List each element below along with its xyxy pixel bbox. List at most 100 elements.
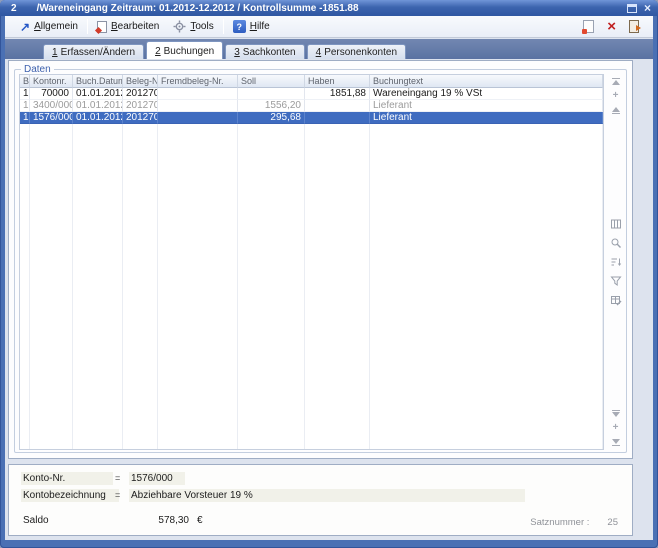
scroll-first-icon[interactable] [612,78,620,85]
filter-icon[interactable] [610,275,622,287]
cell-kontonr[interactable]: 3400/000 [30,100,73,112]
equals-sign: = [115,489,120,502]
bookings-table: B Kontonr. Buch.Datum Beleg-Nr. Fremdbel… [19,74,604,450]
window-body: ↗ Allgemein Bearbeiten Tools [5,16,653,540]
cell-kontonr[interactable]: 1576/000 [30,112,73,124]
cell-fremdbelegnr[interactable] [158,88,238,100]
gear-icon [173,20,186,33]
equals-sign: = [115,472,120,485]
cell-belegnr[interactable]: 20127001 [123,88,158,100]
close-icon[interactable]: × [644,3,651,13]
cell-b[interactable]: 1 [20,100,30,112]
grid-settings-icon[interactable] [610,294,622,306]
cell-buchungtext[interactable]: Wareneingang 19 % VSt [370,88,603,100]
cell-haben[interactable] [305,112,370,124]
window-id: 2 [11,3,17,14]
toolbar-separator [87,19,88,34]
tab-label: 4Personenkonten [316,47,397,58]
app-window: 2 /Wareneingang Zeitraum: 01.2012-12.201… [0,0,658,548]
sort-icon[interactable] [610,256,622,268]
column-header-buchungtext[interactable]: Buchungtext [370,75,603,88]
menu-label: Bearbeiten [111,21,159,32]
menu-label: Tools [190,21,213,32]
delete-document-icon[interactable] [583,20,594,33]
toolbar-separator [223,19,224,34]
tab-buchungen[interactable]: 2Buchungen [146,41,223,59]
cell-b[interactable]: 1 [20,88,30,100]
tab-personenkonten[interactable]: 4Personenkonten [307,44,406,59]
scroll-last-icon[interactable] [612,439,620,446]
cell-soll[interactable]: 1556,20 [238,100,305,112]
column-header-kontonr[interactable]: Kontonr. [30,75,73,88]
cell-fremdbelegnr[interactable] [158,112,238,124]
saldo-value: 578,30 [127,515,189,526]
empty-grid-cell [305,124,370,449]
konto-nr-label: Konto-Nr. [21,472,113,485]
help-icon: ? [233,20,246,33]
cell-haben[interactable]: 1851,88 [305,88,370,100]
empty-grid-cell [73,124,123,449]
column-header-buchdatum[interactable]: Buch.Datum [73,75,123,88]
arrow-up-right-icon: ↗ [20,22,30,32]
scroll-up-icon[interactable] [612,107,620,114]
columns-icon[interactable] [610,218,622,230]
cell-buchungtext[interactable]: Lieferant [370,112,603,124]
cancel-icon[interactable]: × [607,21,616,33]
menu-tools[interactable]: Tools [166,18,220,35]
edit-page-icon [97,21,107,33]
column-header-b[interactable]: B [20,75,30,88]
menu-bearbeiten[interactable]: Bearbeiten [90,19,166,35]
main-panel: Daten B Kontonr. Buch.Datum Beleg-Nr. Fr… [8,60,633,459]
tab-sachkonten[interactable]: 3Sachkonten [225,44,304,59]
menu-label: Hilfe [250,21,270,32]
window-title: /Wareneingang Zeitraum: 01.2012-12.2012 … [37,3,359,14]
cell-belegnr[interactable]: 20127001 [123,100,158,112]
tab-label: 1Erfassen/Ändern [52,47,135,58]
cell-buchdatum[interactable]: 01.01.2012 [73,100,123,112]
menu-label: Allgemein [34,21,78,32]
satznummer-value: 25 [607,517,618,528]
column-header-haben[interactable]: Haben [305,75,370,88]
cell-buchungtext[interactable]: Lieferant [370,100,603,112]
empty-grid-cell [30,124,73,449]
cell-haben[interactable] [305,100,370,112]
insert-row-icon[interactable]: + [613,92,619,100]
scroll-down-icon[interactable] [612,410,620,417]
cell-belegnr[interactable]: 20127001 [123,112,158,124]
cell-kontonr[interactable]: 70000 [30,88,73,100]
currency-symbol: € [197,515,203,526]
detail-panel: Konto-Nr. = 1576/000 Kontobezeichnung = … [8,464,633,536]
daten-groupbox: Daten B Kontonr. Buch.Datum Beleg-Nr. Fr… [14,69,627,453]
cell-soll[interactable] [238,88,305,100]
tab-erfassen-aendern[interactable]: 1Erfassen/Ändern [43,44,144,59]
satznummer: Satznummer : 25 [530,517,618,528]
append-row-icon[interactable]: + [613,424,619,432]
cell-soll[interactable]: 295,68 [238,112,305,124]
tab-label: 3Sachkonten [234,47,295,58]
column-header-fremdbelegnr[interactable]: Fremdbeleg-Nr. [158,75,238,88]
kontobezeichnung-value: Abziehbare Vorsteuer 19 % [129,489,525,502]
kontobezeichnung-label: Kontobezeichnung [21,489,119,502]
saldo-label: Saldo [23,515,49,526]
tab-label: 2Buchungen [155,46,214,57]
cell-buchdatum[interactable]: 01.01.2012 [73,88,123,100]
empty-grid-cell [20,124,30,449]
cell-fremdbelegnr[interactable] [158,100,238,112]
tab-band: 1Erfassen/Ändern 2Buchungen 3Sachkonten … [5,39,653,59]
cell-buchdatum[interactable]: 01.01.2012 [73,112,123,124]
title-bar[interactable]: 2 /Wareneingang Zeitraum: 01.2012-12.201… [0,0,658,16]
column-header-soll[interactable]: Soll [238,75,305,88]
exit-icon[interactable] [629,20,639,33]
search-icon[interactable] [610,237,622,249]
tab-strip: 1Erfassen/Ändern 2Buchungen 3Sachkonten … [43,41,406,59]
cell-b[interactable]: 1 [20,112,30,124]
menu-hilfe[interactable]: ? Hilfe [226,18,277,35]
menu-bar: ↗ Allgemein Bearbeiten Tools [5,16,653,38]
restore-icon[interactable] [627,4,637,13]
grid-side-toolbar: + [606,74,625,450]
menu-allgemein[interactable]: ↗ Allgemein [13,19,85,34]
konto-nr-value: 1576/000 [129,472,185,485]
empty-grid-cell [238,124,305,449]
empty-grid-cell [158,124,238,449]
column-header-belegnr[interactable]: Beleg-Nr. [123,75,158,88]
